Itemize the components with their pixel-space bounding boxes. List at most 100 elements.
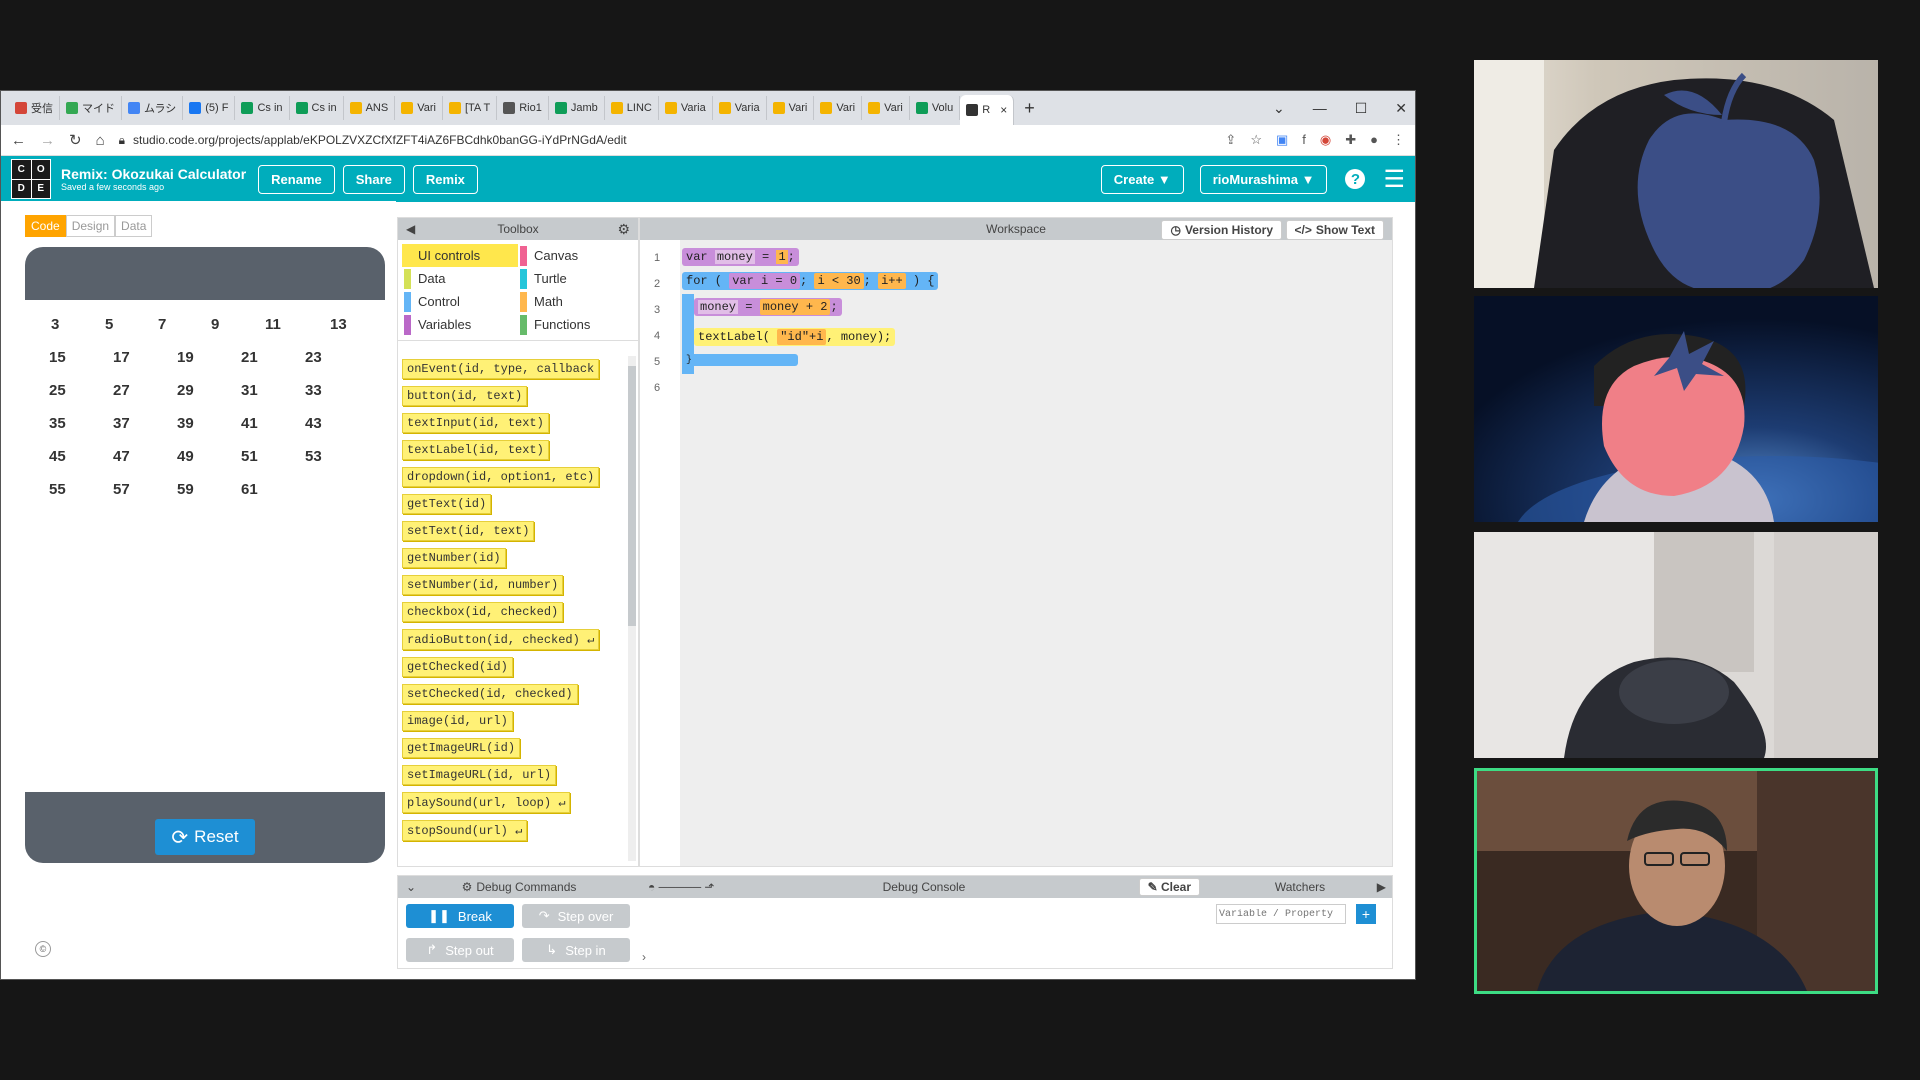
- browser-tab[interactable]: Cs in: [290, 96, 344, 120]
- video-tile-participant-2[interactable]: [1474, 296, 1878, 522]
- turtle-speed-slider[interactable]: ◓ ───── ⬏: [648, 880, 714, 894]
- minimize-button[interactable]: —: [1313, 100, 1327, 116]
- toolbox-block[interactable]: onEvent(id, type, callback: [402, 359, 600, 379]
- browser-tab[interactable]: LINC: [605, 96, 659, 120]
- console-input[interactable]: [654, 946, 1198, 966]
- step-out-button[interactable]: ↱ Step out: [406, 938, 514, 962]
- video-tile-participant-1[interactable]: [1474, 60, 1878, 288]
- variable-name[interactable]: money: [714, 250, 755, 264]
- toolbox-category[interactable]: Functions: [518, 313, 634, 336]
- toolbox-block[interactable]: setText(id, text): [402, 521, 535, 541]
- text-label-call-block[interactable]: textLabel( "id"+i, money);: [694, 328, 896, 346]
- browser-tab[interactable]: Cs in: [235, 96, 290, 120]
- remix-button[interactable]: Remix: [412, 164, 478, 194]
- tab-design[interactable]: Design: [65, 215, 116, 237]
- toolbox-category[interactable]: Control: [402, 290, 518, 313]
- toolbox-block[interactable]: stopSound(url) ↵: [402, 820, 528, 841]
- version-history-button[interactable]: ◷ Version History: [1161, 220, 1282, 240]
- browser-tab[interactable]: Vari: [862, 96, 910, 120]
- code-org-logo[interactable]: C O D E: [11, 159, 51, 199]
- facebook-extension-icon[interactable]: f: [1302, 132, 1306, 148]
- toolbox-category[interactable]: Math: [518, 290, 634, 313]
- tab-data[interactable]: Data: [115, 215, 153, 237]
- collapse-debug-icon[interactable]: ⌄: [406, 880, 416, 894]
- toolbox-block[interactable]: setImageURL(id, url): [402, 765, 557, 785]
- toolbox-block[interactable]: getNumber(id): [402, 548, 506, 568]
- toolbox-block[interactable]: playSound(url, loop) ↵: [402, 792, 571, 813]
- toolbox-block[interactable]: textLabel(id, text): [402, 440, 549, 460]
- browser-tab[interactable]: (5) F: [183, 96, 236, 120]
- toolbox-block[interactable]: button(id, text): [402, 386, 528, 406]
- new-tab-button[interactable]: +: [1014, 98, 1045, 119]
- share-button[interactable]: Share: [342, 164, 405, 194]
- browser-tab[interactable]: Volu: [910, 96, 961, 120]
- code-editor[interactable]: var money = 1; for ( var i = 0; i < 30; …: [680, 240, 1392, 866]
- hamburger-menu-icon[interactable]: ☰: [1383, 165, 1405, 194]
- toolbox-block[interactable]: textInput(id, text): [402, 413, 549, 433]
- toolbox-block[interactable]: getImageURL(id): [402, 738, 521, 758]
- toolbox-block[interactable]: dropdown(id, option1, etc): [402, 467, 600, 487]
- toolbox-category[interactable]: Canvas: [518, 244, 634, 267]
- off-extension-icon[interactable]: ◉: [1320, 132, 1331, 148]
- toolbox-block[interactable]: image(id, url): [402, 711, 513, 731]
- toolbox-category[interactable]: Variables: [402, 313, 518, 336]
- step-in-button[interactable]: ↳ Step in: [522, 938, 630, 962]
- toolbox-category[interactable]: Turtle: [518, 267, 634, 290]
- toolbox-category[interactable]: Data: [402, 267, 518, 290]
- video-tile-participant-3[interactable]: [1474, 532, 1878, 758]
- clear-button[interactable]: ✎ Clear: [1138, 878, 1200, 896]
- step-over-button[interactable]: ↷ Step over: [522, 904, 630, 928]
- user-menu-dropdown[interactable]: rioMurashima ▼: [1199, 164, 1328, 194]
- video-tile-participant-4-active[interactable]: [1474, 768, 1878, 994]
- reload-icon[interactable]: ↻: [69, 131, 82, 149]
- variable-name[interactable]: money: [698, 300, 739, 314]
- browser-tab[interactable]: 受信: [9, 96, 60, 120]
- gear-icon[interactable]: ⚙: [617, 221, 630, 238]
- toolbox-block[interactable]: getText(id): [402, 494, 492, 514]
- close-window-button[interactable]: ✕: [1395, 100, 1407, 117]
- toolbox-scrollbar[interactable]: [628, 356, 636, 861]
- profile-avatar-icon[interactable]: ●: [1370, 132, 1378, 148]
- translate-extension-icon[interactable]: ▣: [1276, 132, 1288, 148]
- tab-close-icon[interactable]: ×: [1000, 103, 1007, 117]
- loop-condition[interactable]: i < 30: [814, 273, 864, 289]
- kebab-menu-icon[interactable]: ⋮: [1392, 132, 1405, 148]
- string-concat-arg[interactable]: "id"+i: [777, 329, 827, 345]
- tab-list-chevron-icon[interactable]: ⌄: [1273, 100, 1285, 117]
- toolbox-block[interactable]: checkbox(id, checked): [402, 602, 564, 622]
- show-text-button[interactable]: </> Show Text: [1285, 220, 1384, 240]
- add-watch-button[interactable]: +: [1356, 904, 1376, 924]
- loop-increment[interactable]: i++: [878, 273, 906, 289]
- tab-code[interactable]: Code: [25, 215, 66, 237]
- help-icon[interactable]: ?: [1345, 169, 1366, 189]
- toolbox-block[interactable]: setChecked(id, checked): [402, 684, 578, 704]
- back-arrow-icon[interactable]: ←: [11, 132, 26, 149]
- browser-tab-active[interactable]: R ×: [960, 95, 1015, 125]
- toolbox-block[interactable]: radioButton(id, checked) ↵: [402, 629, 600, 650]
- browser-tab[interactable]: マイド: [60, 96, 122, 120]
- browser-tab[interactable]: Vari: [814, 96, 863, 120]
- watch-expression-input[interactable]: [1216, 904, 1346, 924]
- maximize-button[interactable]: ☐: [1355, 100, 1368, 117]
- math-expression[interactable]: money + 2: [759, 299, 831, 315]
- literal-value[interactable]: 1: [776, 250, 788, 264]
- browser-tab[interactable]: Rio1: [497, 96, 549, 120]
- browser-tab[interactable]: [TA T: [443, 96, 498, 120]
- loop-init[interactable]: var i = 0: [729, 273, 801, 289]
- browser-tab[interactable]: Varia: [659, 96, 713, 120]
- url-field[interactable]: 🔒︎ studio.code.org/projects/applab/eKPOL…: [119, 133, 1212, 148]
- toolbox-block[interactable]: setNumber(id, number): [402, 575, 564, 595]
- forward-arrow-icon[interactable]: →: [40, 132, 55, 149]
- browser-tab[interactable]: Vari: [395, 96, 443, 120]
- copyright-icon[interactable]: ©: [35, 941, 51, 957]
- browser-tab[interactable]: ムラシ: [122, 96, 184, 120]
- break-button[interactable]: ❚❚ Break: [406, 904, 514, 928]
- browser-tab[interactable]: ANS: [344, 96, 396, 120]
- rename-button[interactable]: Rename: [258, 164, 335, 194]
- browser-tab[interactable]: Jamb: [549, 96, 605, 120]
- bookmark-star-icon[interactable]: ☆: [1250, 132, 1262, 148]
- var-declaration-block[interactable]: var money = 1;: [682, 248, 799, 266]
- collapse-toolbox-icon[interactable]: ◀: [406, 222, 415, 236]
- browser-tab[interactable]: Varia: [713, 96, 767, 120]
- for-loop-block[interactable]: for ( var i = 0; i < 30; i++ ) {: [682, 272, 939, 290]
